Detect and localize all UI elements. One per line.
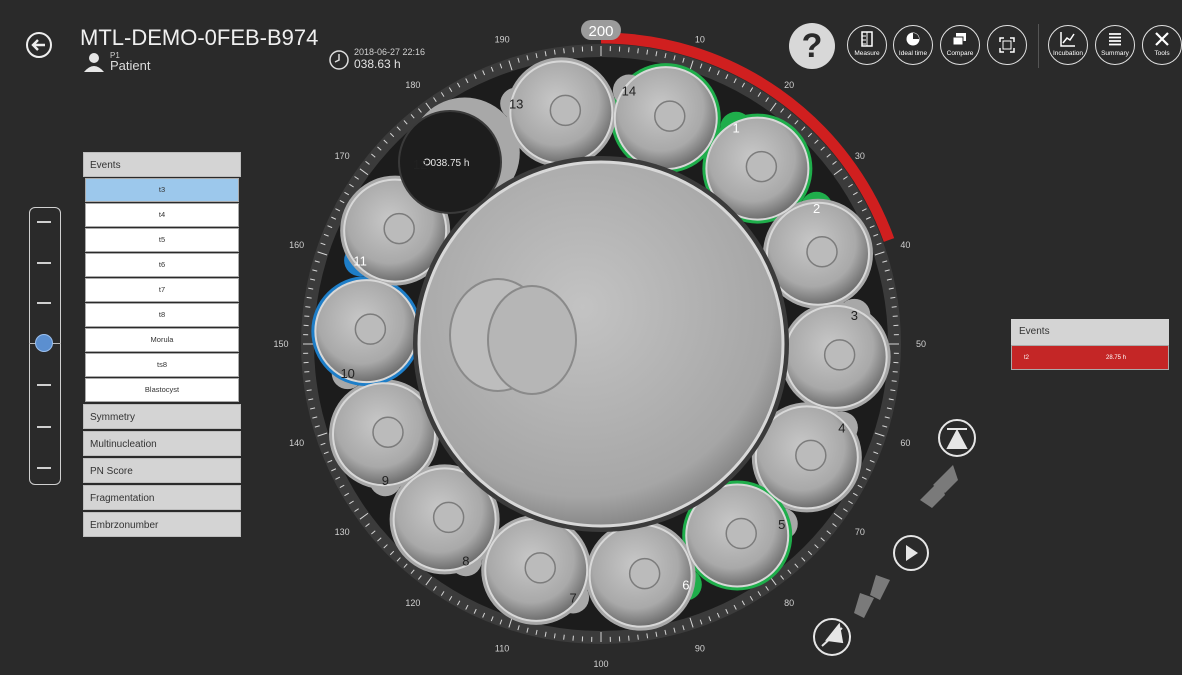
play-icon [906,545,918,561]
dial-label: 10 [695,35,705,45]
well-number-4: 4 [838,421,845,436]
well-number-3: 3 [851,308,858,323]
well-number-9: 9 [382,473,389,488]
dial-tick [563,634,565,640]
well-embryo [823,339,856,371]
dial-tick [563,48,565,54]
well-number-13: 13 [509,97,523,112]
dial-label: 50 [916,339,926,349]
rewind-icon [870,575,890,600]
dial-label: 120 [405,598,420,608]
dial-label: 170 [335,151,350,161]
well-embryo [654,100,686,132]
well-number-5: 5 [778,517,785,532]
well-number-8: 8 [462,553,469,568]
well-embryo [806,236,838,268]
center-embryo-cell [487,285,577,395]
dial-tick [891,380,897,382]
forward-button[interactable] [920,465,958,508]
well-number-14: 14 [622,84,636,99]
embryo-dial: 200 038.75 h 1234567891011121413 1020304… [273,20,976,669]
dial-tick [637,48,639,54]
dial-label: 100 [593,659,608,669]
well-number-2: 2 [813,201,820,216]
center-time-readout: 038.75 h [431,158,470,169]
dial-label: 80 [784,598,794,608]
well-embryo [383,212,415,245]
dial-tick [637,634,639,640]
dial-label: 130 [335,527,350,537]
dial-label: 90 [695,643,705,653]
first-frame-button[interactable] [813,618,851,656]
well-embryo [524,552,556,584]
dial-tick [305,306,311,308]
well-embryo [372,416,404,448]
well-number-10: 10 [340,366,354,381]
last-frame-icon [946,428,968,449]
play-button[interactable] [893,535,929,571]
well-embryo [354,313,387,345]
well-embryo [628,557,661,590]
well-number-7: 7 [569,590,576,605]
last-frame-button[interactable] [938,419,976,457]
well-embryo [745,150,778,183]
well-embryo [795,439,827,472]
well-embryo [725,517,757,550]
dial-label: 30 [855,151,865,161]
current-time-marker: 200 [588,23,613,40]
dial-label: 110 [495,643,509,653]
well-embryo [432,501,465,534]
dial-label: 140 [289,438,304,448]
well-number-1: 1 [733,121,740,136]
well-embryo [549,94,582,127]
dial-label: 180 [405,80,420,90]
dial-label: 150 [273,339,288,349]
dial-label: 160 [289,240,304,250]
well-number-11: 11 [353,253,367,268]
rewind-button[interactable] [854,575,890,618]
dial-label: 40 [900,240,910,250]
dial-label: 70 [855,527,865,537]
dial-label: 190 [495,35,510,45]
dial-tick [305,380,311,382]
dial-tick [891,306,897,308]
well-number-12: 12 [413,157,427,172]
well-number-6: 6 [682,577,689,592]
dial-label: 60 [900,438,910,448]
dial-label: 20 [784,80,794,90]
first-frame-icon [821,622,844,647]
